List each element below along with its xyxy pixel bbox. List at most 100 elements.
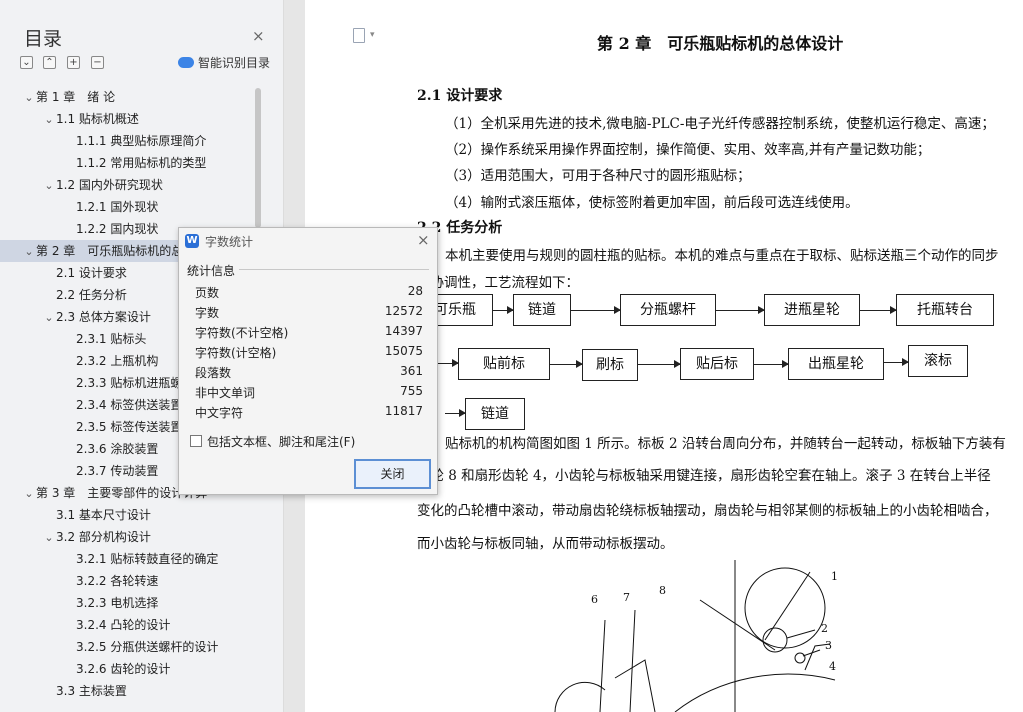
- requirement-4: （4）输附式滚压瓶体，使标签附着更加牢固，前后段可选连线使用。: [445, 195, 859, 211]
- toc-item-label: 3.1 基本尺寸设计: [56, 508, 151, 522]
- toc-item[interactable]: 3.3 主标装置: [0, 680, 268, 698]
- toc-item[interactable]: 3.2.4 凸轮的设计: [0, 614, 268, 636]
- smart-toc-button[interactable]: 智能识别目录: [178, 54, 270, 71]
- stat-value: 11817: [384, 404, 423, 418]
- toc-item[interactable]: 3.2.6 齿轮的设计: [0, 658, 268, 680]
- stat-row: 段落数 361: [195, 364, 423, 382]
- chapter-heading: 第 2 章 可乐瓶贴标机的总体设计: [597, 34, 844, 53]
- toc-item-label: 3.2.1 贴标转鼓直径的确定: [76, 552, 219, 566]
- toc-item[interactable]: 1.1.1 典型贴标原理简介: [0, 130, 268, 152]
- stat-value: 361: [400, 364, 423, 378]
- toc-close-icon[interactable]: ×: [252, 27, 265, 45]
- stat-label: 页数: [195, 286, 220, 300]
- page-layout-icon[interactable]: [353, 28, 365, 43]
- word-count-dialog: W 字数统计 × 统计信息 页数 28 字数 12572 字符数(不计空格) 14397 字…: [178, 227, 438, 495]
- include-textbox-checkbox[interactable]: [190, 435, 202, 447]
- stat-row: 字数 12572: [195, 304, 423, 322]
- chevron-down-icon[interactable]: ⌄: [22, 483, 36, 505]
- chevron-down-icon[interactable]: ⌄: [22, 87, 36, 109]
- section-heading-2-1: 2.1 设计要求: [417, 88, 503, 104]
- stat-value: 14397: [384, 324, 423, 338]
- include-textbox-label[interactable]: 包括文本框、脚注和尾注(F): [207, 433, 355, 450]
- toc-item-label: 3.2.6 齿轮的设计: [76, 662, 171, 676]
- task-paragraph-line-1: 本机主要使用与规则的圆柱瓶的贴标。本机的难点与重点在于取标、贴标送瓶三个动作的同…: [445, 248, 999, 264]
- flow-arrow: [445, 409, 466, 417]
- toc-item[interactable]: ⌄ 3.2 部分机构设计: [0, 526, 268, 548]
- dialog-close-icon[interactable]: ×: [417, 231, 430, 249]
- stat-row: 中文字符 11817: [195, 404, 423, 422]
- remove-heading-icon[interactable]: −: [91, 56, 104, 69]
- fig-label-6: 6: [591, 593, 598, 606]
- fig-label-1: 1: [831, 570, 838, 583]
- stat-row: 非中文单词 755: [195, 384, 423, 402]
- toc-item-label: 2.3.5 标签传送装置: [76, 420, 183, 434]
- toc-item-label: 3.2 部分机构设计: [56, 530, 151, 544]
- stat-value: 28: [407, 284, 423, 298]
- toc-item[interactable]: ⌄ 1.1 贴标机概述: [0, 108, 268, 130]
- expand-up-icon[interactable]: ⌃: [43, 56, 56, 69]
- toc-scrollbar[interactable]: [255, 88, 261, 228]
- mechanism-paragraph-line-4: 而小齿轮与标板同轴，从而带动标板摆动。: [417, 536, 674, 552]
- toc-item[interactable]: 3.2.1 贴标转鼓直径的确定: [0, 548, 268, 570]
- stat-label: 段落数: [195, 366, 232, 380]
- chevron-down-icon[interactable]: ⌄: [42, 527, 56, 549]
- section-divider: [239, 269, 429, 270]
- flow-arrow: [571, 306, 621, 314]
- flow-arrow: [435, 359, 459, 367]
- toc-item-label: 3.2.4 凸轮的设计: [76, 618, 171, 632]
- toc-item-label: 3.2.2 各轮转速: [76, 574, 159, 588]
- toc-item-label: 1.1.1 典型贴标原理简介: [76, 134, 207, 148]
- fig-label-3: 3: [825, 639, 832, 652]
- flow-arrow: [550, 360, 583, 368]
- flow-step: 分瓶螺杆: [620, 294, 716, 326]
- stat-row: 页数 28: [195, 284, 423, 302]
- flow-step: 链道: [513, 294, 571, 326]
- toc-item-label: 2.3.1 贴标头: [76, 332, 147, 346]
- flow-step: 出瓶星轮: [788, 348, 884, 380]
- chevron-down-icon[interactable]: ⌄: [22, 241, 36, 263]
- flow-arrow: [860, 306, 897, 314]
- stat-label: 非中文单词: [195, 386, 256, 400]
- toc-item-label: 2.3.2 上瓶机构: [76, 354, 159, 368]
- close-button[interactable]: 关闭: [354, 459, 431, 489]
- flow-step: 滚标: [908, 345, 968, 377]
- toc-item[interactable]: 3.2.5 分瓶供送螺杆的设计: [0, 636, 268, 658]
- flow-step: 进瓶星轮: [764, 294, 860, 326]
- fig-label-2: 2: [821, 622, 828, 635]
- toc-item[interactable]: ⌄ 1.2 国内外研究现状: [0, 174, 268, 196]
- toc-item-label: 2.3.7 传动装置: [76, 464, 159, 478]
- stat-row: 字符数(不计空格) 14397: [195, 324, 423, 342]
- collapse-all-icon[interactable]: ⌄: [20, 56, 33, 69]
- toc-item[interactable]: 1.2.1 国外现状: [0, 196, 268, 218]
- chevron-down-icon[interactable]: ⌄: [42, 307, 56, 329]
- toc-item[interactable]: 3.2.3 电机选择: [0, 592, 268, 614]
- chevron-down-icon[interactable]: ⌄: [42, 109, 56, 131]
- fig-label-8: 8: [659, 584, 666, 597]
- toc-item-label: 第 1 章 绪 论: [36, 90, 116, 104]
- stat-label: 中文字符: [195, 406, 244, 420]
- mechanism-paragraph-line-3: 变化的凸轮槽中滚动，带动扇齿轮绕标板轴摆动，扇齿轮与相邻某侧的标板轴上的小齿轮相…: [417, 503, 998, 519]
- fig-label-7: 7: [623, 591, 630, 604]
- toc-item-label: 3.3 主标装置: [56, 684, 127, 698]
- toc-title: 目录: [24, 28, 63, 50]
- toc-item[interactable]: ⌄ 第 1 章 绪 论: [0, 86, 268, 108]
- toc-item-label: 2.2 任务分析: [56, 288, 127, 302]
- chevron-down-icon[interactable]: ▾: [370, 30, 375, 40]
- toc-item-label: 1.2.2 国内现状: [76, 222, 159, 236]
- chevron-down-icon[interactable]: ⌄: [42, 175, 56, 197]
- flow-step: 贴前标: [458, 348, 550, 380]
- toc-item-label: 1.2.1 国外现状: [76, 200, 159, 214]
- toc-item[interactable]: 1.1.2 常用贴标机的类型: [0, 152, 268, 174]
- add-heading-icon[interactable]: +: [67, 56, 80, 69]
- toc-item[interactable]: 3.1 基本尺寸设计: [0, 504, 268, 526]
- flow-arrow: [638, 360, 681, 368]
- mechanism-paragraph-line-2: 齿轮 8 和扇形齿轮 4，小齿轮与标板轴采用键连接，扇形齿轮空套在轴上。滚子 3…: [417, 468, 991, 484]
- toc-item-label: 1.2 国内外研究现状: [56, 178, 163, 192]
- flow-arrow: [884, 358, 909, 366]
- smart-toc-label: 智能识别目录: [198, 56, 271, 70]
- stat-label: 字符数(计空格): [195, 346, 277, 360]
- toc-item[interactable]: 3.2.2 各轮转速: [0, 570, 268, 592]
- fig-label-4: 4: [829, 660, 836, 673]
- flow-arrow: [493, 306, 514, 314]
- stat-row: 字符数(计空格) 15075: [195, 344, 423, 362]
